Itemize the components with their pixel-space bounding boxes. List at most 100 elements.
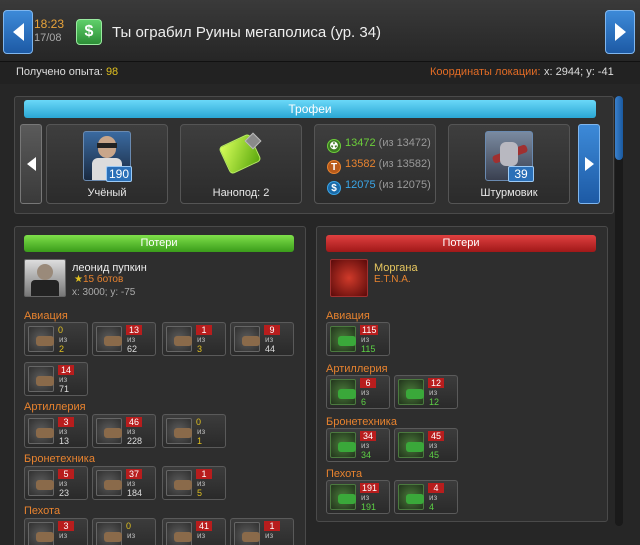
unit-lost: 41 <box>196 521 212 531</box>
nanopod-crystal-icon <box>217 132 263 175</box>
unit-image-icon <box>28 326 54 352</box>
star-icon: ★ <box>74 274 83 285</box>
unit-tile[interactable]: 0 из 2 <box>24 322 88 356</box>
trophies-prev-button[interactable] <box>20 124 42 204</box>
unit-tile[interactable]: 1 из <box>230 518 294 545</box>
unit-shape <box>104 532 122 542</box>
attacker-losses-title: Потери <box>24 235 294 252</box>
defender-name[interactable]: Моргана <box>374 262 418 274</box>
forward-button[interactable] <box>605 10 635 54</box>
unit-lost: 0 <box>58 325 64 335</box>
unit-tile[interactable]: 191 из 191 <box>326 480 390 514</box>
trophy-card-assault[interactable]: 39 Штурмовик <box>448 124 570 204</box>
unit-lost: 1 <box>264 521 280 531</box>
trophies-next-button[interactable] <box>578 124 600 204</box>
unit-image-icon <box>398 484 424 510</box>
unit-image-icon <box>28 418 54 444</box>
unit-lost: 3 <box>58 417 74 427</box>
unit-tile[interactable]: 3 из 13 <box>24 414 88 448</box>
coords-value: x: 2944; y: -41 <box>544 66 614 78</box>
unit-of-label: из <box>127 479 136 488</box>
unit-tile[interactable]: 37 из 184 <box>92 466 156 500</box>
trophy-card-resources: ☢ 13472 (из 13472) T 13582 (из 13582) $120… <box>314 124 436 204</box>
unit-tile[interactable]: 12 из 12 <box>394 375 458 409</box>
unit-tile[interactable]: 34 из 34 <box>326 428 390 462</box>
assault-level: 39 <box>508 166 534 182</box>
trophy-card-scientist[interactable]: 190 Учёный <box>46 124 168 204</box>
unit-tile[interactable]: 13 из 62 <box>92 322 156 356</box>
unit-shape <box>338 336 356 346</box>
category-armor: Бронетехника <box>326 416 397 428</box>
unit-lost: 34 <box>360 431 376 441</box>
unit-lost: 5 <box>58 469 74 479</box>
arrow-left-icon <box>12 23 24 41</box>
unit-of-label: из <box>59 479 68 488</box>
attacker-bots: ★15 ботов <box>74 274 123 285</box>
unit-image-icon <box>28 366 54 392</box>
unit-of-label: из <box>59 375 68 384</box>
arrow-left-icon <box>26 157 36 171</box>
resource-row-titanium: T 13582 (из 13582) <box>327 158 431 174</box>
category-artillery: Артиллерия <box>24 401 86 413</box>
unit-of-label: из <box>59 335 68 344</box>
unit-shape <box>36 480 54 490</box>
coords-label: Координаты локации: <box>430 66 541 78</box>
assault-aircraft-icon: 39 <box>485 131 534 182</box>
unit-tile[interactable]: 6 из 6 <box>326 375 390 409</box>
unit-tile[interactable]: 46 из 228 <box>92 414 156 448</box>
unit-tile[interactable]: 5 из 23 <box>24 466 88 500</box>
attacker-name[interactable]: леонид пупкин <box>72 262 147 274</box>
unit-of-label: из <box>361 493 370 502</box>
unit-lost: 4 <box>428 483 444 493</box>
unit-shape <box>406 389 424 399</box>
unit-shape <box>406 494 424 504</box>
xp-gained: Получено опыта: 98 <box>16 66 118 78</box>
unit-lost: 46 <box>126 417 142 427</box>
unit-tile[interactable]: 9 из 44 <box>230 322 294 356</box>
scrollbar-track[interactable] <box>615 96 623 526</box>
unit-tile[interactable]: 115 из 115 <box>326 322 390 356</box>
trophy-card-nanopod[interactable]: Нанопод: 2 <box>180 124 302 204</box>
unit-total: 184 <box>127 488 143 498</box>
unit-total: 12 <box>429 397 440 407</box>
unit-lost: 9 <box>264 325 280 335</box>
unit-tile[interactable]: 45 из 45 <box>394 428 458 462</box>
player-avatar[interactable] <box>24 259 66 297</box>
resource-value: 13582 <box>345 158 376 170</box>
unit-of-label: из <box>127 335 136 344</box>
unit-lost: 3 <box>58 521 74 531</box>
unit-shape <box>242 336 260 346</box>
unit-tile[interactable]: 41 из <box>162 518 226 545</box>
unit-tile[interactable]: 0 из 1 <box>162 414 226 448</box>
scrollbar-thumb[interactable] <box>615 96 623 160</box>
unit-of-label: из <box>127 531 136 540</box>
unit-image-icon <box>234 326 260 352</box>
unit-lost: 1 <box>196 469 212 479</box>
xp-value: 98 <box>105 66 119 78</box>
unit-tile[interactable]: 1 из 5 <box>162 466 226 500</box>
unit-shape <box>104 480 122 490</box>
unit-image-icon <box>398 432 424 458</box>
resource-value: 13472 <box>345 137 376 149</box>
unit-total: 71 <box>59 384 70 394</box>
unit-total: 6 <box>361 397 367 407</box>
unit-of-label: из <box>429 493 438 502</box>
unit-image-icon <box>166 522 192 545</box>
unit-tile[interactable]: 4 из 4 <box>394 480 458 514</box>
monster-avatar-icon[interactable] <box>330 259 368 297</box>
unit-image-icon <box>330 484 356 510</box>
back-button[interactable] <box>3 10 33 54</box>
unit-of-label: из <box>361 441 370 450</box>
unit-shape <box>174 336 192 346</box>
unit-shape <box>406 442 424 452</box>
unit-tile[interactable]: 0 из <box>92 518 156 545</box>
unit-total: 34 <box>361 450 372 460</box>
unit-total: 115 <box>361 344 376 354</box>
attacker-coords: x: 3000; y: -75 <box>72 287 136 298</box>
unit-of-label: из <box>265 531 274 540</box>
unit-shape <box>338 389 356 399</box>
unit-tile[interactable]: 1 из 3 <box>162 322 226 356</box>
unit-tile[interactable]: 14 из 71 <box>24 362 88 396</box>
unit-tile[interactable]: 3 из <box>24 518 88 545</box>
unit-of-label: из <box>197 531 206 540</box>
